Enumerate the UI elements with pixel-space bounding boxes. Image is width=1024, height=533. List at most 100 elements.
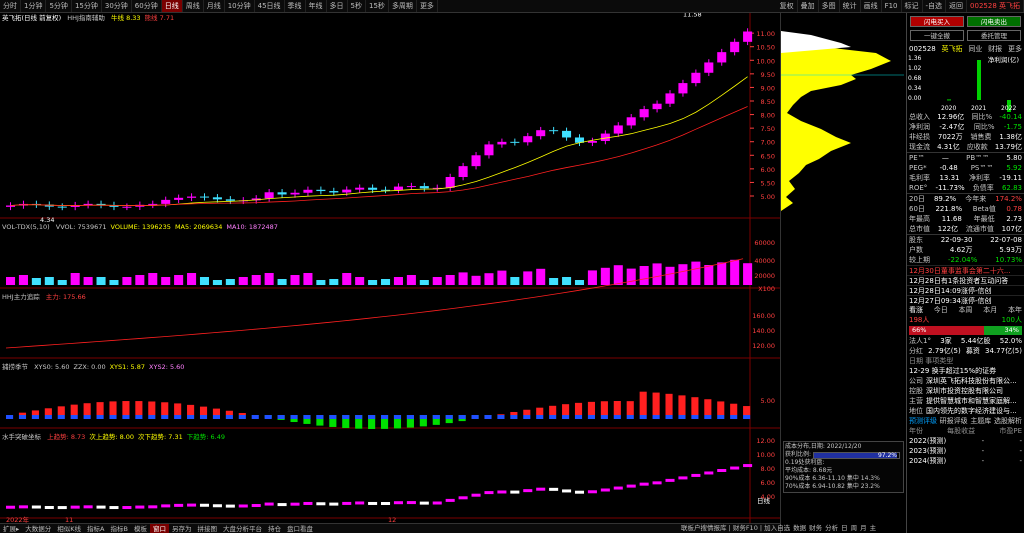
period-tab[interactable]: 月线 <box>204 0 225 12</box>
candle <box>368 187 378 190</box>
period-tab[interactable]: 10分钟 <box>225 0 255 12</box>
volume-bar <box>678 264 688 285</box>
info-tab[interactable]: 同业 <box>968 44 982 54</box>
bottom-tab[interactable]: 拼接图 <box>194 524 220 533</box>
period-tab[interactable]: 分时 <box>0 0 21 12</box>
bottom-tab[interactable]: 大盘分析平台 <box>220 524 265 533</box>
water-title[interactable]: 水手突破坐标 <box>2 433 41 441</box>
period-tab[interactable]: 1分钟 <box>21 0 47 12</box>
vol-title[interactable]: VOL-TDX(5,10) <box>2 223 50 231</box>
fin-row-value: 4.31亿 <box>937 143 960 151</box>
news-text[interactable]: 12月27日09:34涨停-信创 <box>909 296 992 305</box>
vp-tool[interactable]: 数据 <box>793 523 806 533</box>
bottom-tab[interactable]: 模板 <box>131 524 150 533</box>
toolbar-tool[interactable]: 标记 <box>902 0 923 12</box>
period-tab[interactable]: 30分钟 <box>102 0 132 12</box>
bottom-left-tool[interactable]: 扩展▸ <box>0 524 22 533</box>
period-tab[interactable]: 60分钟 <box>132 0 162 12</box>
period-tab[interactable]: 周线 <box>183 0 204 12</box>
candle <box>290 192 300 195</box>
holder-label: 较上期 <box>909 256 930 264</box>
vp-tool[interactable]: 日 <box>841 523 848 533</box>
period-tab[interactable]: 15秒 <box>366 0 389 12</box>
period-tab[interactable]: 多日 <box>327 0 348 12</box>
bottom-tab[interactable]: 另存为 <box>169 524 195 533</box>
toolbar-tool[interactable]: 复权 <box>777 0 798 12</box>
sentiment-tab[interactable]: 本周 <box>959 305 973 315</box>
forecast-tab[interactable]: 主题库 <box>970 416 991 426</box>
vp-tool[interactable]: 主 <box>870 523 877 533</box>
forecast-tab[interactable]: 预测评级 <box>909 416 937 426</box>
vp-tool[interactable]: 周 <box>851 523 858 533</box>
season-base <box>251 415 259 419</box>
toolbar-tool[interactable]: 叠加 <box>798 0 819 12</box>
kline-chart-canvas[interactable]: 11.00 10.50 10.00 9.50 9.00 8.50 8.00 7.50 7.00 6… <box>0 13 780 523</box>
inst-label: 分红 <box>909 347 923 355</box>
sentiment-tab[interactable]: 本月 <box>983 305 997 315</box>
ratio-row-value2: 5.80 <box>1006 154 1022 162</box>
trade-button[interactable]: 委托管理 <box>967 30 1021 41</box>
period-tab[interactable]: 多周期 <box>389 0 417 12</box>
toolbar-tool[interactable]: 画线 <box>861 0 882 12</box>
season-base <box>342 415 350 419</box>
season-bar <box>562 404 570 415</box>
vp-tool[interactable]: 月 <box>860 523 867 533</box>
toolbar-tool[interactable]: F10 <box>882 0 902 12</box>
news-text[interactable]: 12月28日有1条投资者互动问答 <box>909 276 1008 285</box>
sentiment-tab[interactable]: 今日 <box>934 305 948 315</box>
forecast-tab[interactable]: 选股解析 <box>994 416 1022 426</box>
season-title[interactable]: 捕捞季节 <box>2 363 28 371</box>
vp-tool[interactable]: 分析 <box>825 523 838 533</box>
period-tab[interactable]: 15分钟 <box>72 0 102 12</box>
news-item[interactable]: 12月30日董事监事会第二十六... <box>907 265 1024 275</box>
bottom-tab[interactable]: 窗口 <box>149 524 169 533</box>
bottom-left-tool[interactable]: 大数据分 <box>22 524 54 533</box>
trade-button[interactable]: 闪电卖出 <box>967 16 1021 27</box>
event-item[interactable]: 12-29 换手超过15%的证券 <box>907 366 1024 376</box>
toolbar-tool[interactable]: 返回 <box>946 0 968 12</box>
bottom-tab[interactable]: 指标B <box>107 524 130 533</box>
news-text[interactable]: 12月30日董事监事会第二十六... <box>909 266 1011 275</box>
news-item[interactable]: 12月28日有1条投资者互动问答 <box>907 275 1024 285</box>
fin-row-label2: 同比% <box>971 113 993 121</box>
info-tab[interactable]: 更多 <box>1008 44 1022 54</box>
season-base <box>6 415 14 419</box>
season-base <box>368 415 376 419</box>
fin-row-label: 净利润 <box>909 123 930 131</box>
season-bar <box>678 395 686 415</box>
news-item[interactable]: 12月27日09:34涨停-信创 <box>907 295 1024 305</box>
vp-tool[interactable]: 财务 <box>809 523 822 533</box>
bottom-notice[interactable]: 联板户搜情报库 | 财务F10 | 加入自选 <box>681 523 790 533</box>
season-base <box>225 415 233 419</box>
trade-button[interactable]: 闪电买入 <box>910 16 964 27</box>
hhj-title[interactable]: HHJ主力追踪 <box>2 293 40 301</box>
trade-button[interactable]: 一键全撤 <box>910 30 964 41</box>
period-tab[interactable]: 5秒 <box>348 0 367 12</box>
period-tab[interactable]: 5分钟 <box>46 0 72 12</box>
volume-bar <box>587 270 597 285</box>
period-tab[interactable]: 年线 <box>306 0 327 12</box>
news-text[interactable]: 12月28日14:09涨停-信创 <box>909 286 992 295</box>
info-tab[interactable]: 财报 <box>988 44 1002 54</box>
season-bar <box>600 401 608 415</box>
forecast-tab[interactable]: 研报评级 <box>940 416 968 426</box>
news-item[interactable]: 12月28日14:09涨停-信创 <box>907 285 1024 295</box>
sentiment-tab[interactable]: 本年 <box>1008 305 1022 315</box>
day-marker: 日线 <box>757 496 771 505</box>
period-tab[interactable]: 季线 <box>285 0 306 12</box>
bottom-left-tool[interactable]: 相似K线 <box>54 524 84 533</box>
period-tab[interactable]: 45日线 <box>255 0 285 12</box>
bottom-tab[interactable]: 持仓 <box>265 524 284 533</box>
period-tab[interactable]: 更多 <box>417 0 438 12</box>
bottom-tab[interactable]: 指标A <box>84 524 107 533</box>
mini-profit-chart: 净利润(亿) 1.36 1.02 0.68 0.34 0.00 2020 2021 2022 <box>907 54 1024 118</box>
toolbar-tool[interactable]: -自选 <box>923 0 947 12</box>
bottom-tab[interactable]: 盘口看盘 <box>284 524 316 533</box>
water-candle <box>381 502 391 506</box>
mini-x-label: 2021 <box>971 105 986 112</box>
toolbar-tool[interactable]: 统计 <box>840 0 861 12</box>
period-tab[interactable]: 日线 <box>161 0 183 12</box>
chart-area[interactable]: 11.00 10.50 10.00 9.50 9.00 8.50 8.00 7.50 7.00 6… <box>0 13 780 523</box>
toolbar-tool[interactable]: 多图 <box>819 0 840 12</box>
main-indicator-name[interactable]: HHJ指南辅助 <box>67 14 105 22</box>
